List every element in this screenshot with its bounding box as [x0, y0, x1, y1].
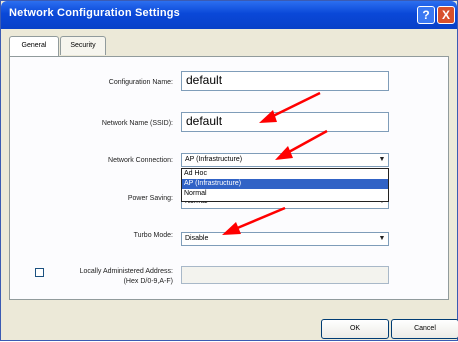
- dialog-window: Network Configuration Settings ? X Gener…: [0, 0, 458, 341]
- red-arrow-icon: [259, 91, 321, 123]
- annotation-layer: [222, 91, 328, 235]
- red-arrow-icon: [275, 129, 328, 160]
- red-arrow-icon: [222, 206, 286, 235]
